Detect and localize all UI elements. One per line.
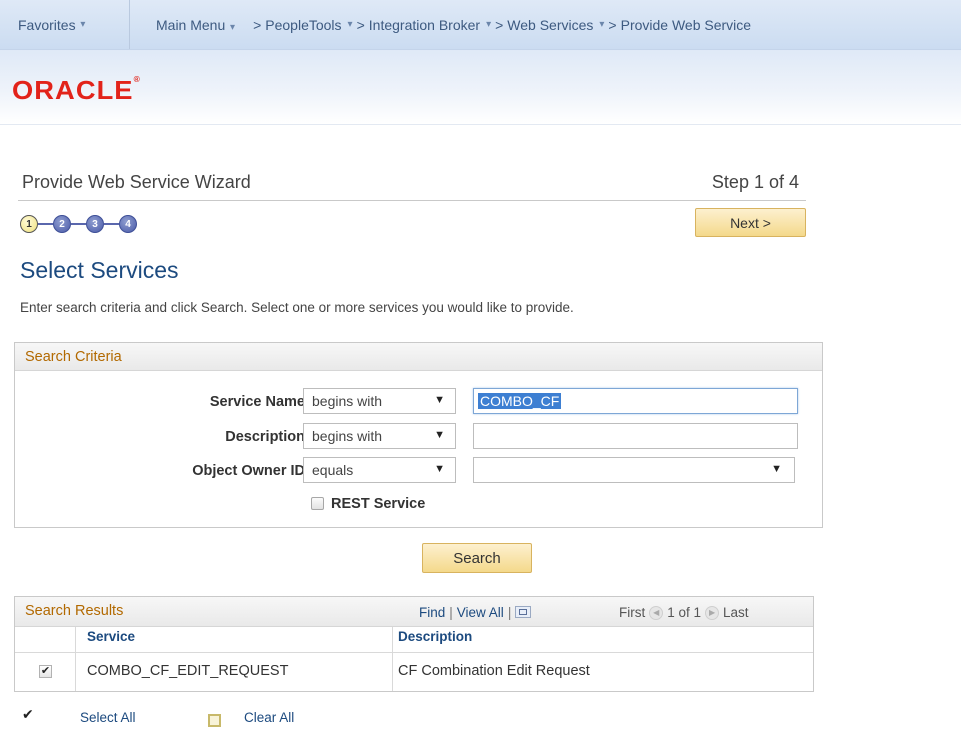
dropdown-arrow-icon: ▼: [434, 394, 445, 406]
breadcrumb: Main Menu ▾ > PeopleTools ▾ > Integration…: [130, 17, 751, 33]
service-name-value: COMBO_CF: [478, 393, 562, 409]
clear-all-icon: [208, 714, 221, 727]
next-arrow-icon[interactable]: ▶: [705, 605, 720, 620]
separator: |: [507, 605, 512, 620]
breadcrumb-separator: >: [253, 16, 262, 33]
chevron-down-icon: ▾: [77, 19, 86, 30]
select-all-link[interactable]: Select All: [80, 710, 136, 725]
service-name-operator-select[interactable]: begins with ▼: [303, 388, 456, 414]
search-results-grid: Search Results Find | View All | First ◀…: [14, 596, 814, 692]
rest-service-checkbox[interactable]: [311, 497, 324, 510]
favorites-menu[interactable]: Favorites ▾: [0, 0, 130, 49]
breadcrumb-integration-broker[interactable]: Integration Broker: [369, 17, 480, 33]
object-owner-operator-select[interactable]: equals ▼: [303, 457, 456, 483]
chevron-down-icon: ▾: [347, 19, 353, 30]
service-cell: COMBO_CF_EDIT_REQUEST: [87, 663, 289, 679]
page-title: Select Services: [20, 257, 179, 283]
grid-nav: Find | View All |: [419, 605, 532, 620]
description-operator-value: begins with: [312, 428, 383, 444]
description-input[interactable]: [473, 423, 798, 449]
brand-bar: ORACLE®: [0, 50, 961, 125]
last-label: Last: [723, 605, 749, 620]
description-label: Description: [225, 429, 305, 445]
row-select-checkbox[interactable]: ✔: [39, 665, 52, 678]
rest-service-label: REST Service: [331, 496, 426, 512]
breadcrumb-provide-web-service[interactable]: Provide Web Service: [621, 17, 751, 33]
top-nav-bar: Favorites ▾ Main Menu ▾ > PeopleTools ▾ >…: [0, 0, 961, 50]
pager: First ◀ 1 of 1 ▶ Last: [619, 605, 749, 620]
object-owner-id-label: Object Owner ID: [192, 463, 305, 479]
search-results-title: Search Results: [25, 603, 124, 619]
checkmark-icon: ✔: [22, 706, 34, 722]
step-connector: [38, 223, 53, 225]
description-cell: CF Combination Edit Request: [398, 663, 590, 679]
breadcrumb-separator: >: [356, 16, 365, 33]
favorites-label: Favorites: [18, 16, 76, 33]
chevron-down-icon: ▾: [486, 19, 492, 30]
zoom-grid-icon[interactable]: [515, 605, 532, 618]
step-1-icon: 1: [20, 215, 38, 233]
clear-all-link[interactable]: Clear All: [244, 710, 294, 725]
step-4-icon: 4: [119, 215, 137, 233]
dropdown-arrow-icon: ▼: [434, 463, 445, 475]
search-criteria-header: Search Criteria: [15, 343, 822, 371]
dropdown-arrow-icon: ▼: [434, 429, 445, 441]
column-header-service[interactable]: Service: [87, 629, 135, 644]
object-owner-id-select[interactable]: ▼: [473, 457, 795, 483]
breadcrumb-separator: >: [495, 16, 504, 33]
column-divider: [75, 627, 76, 691]
service-name-operator-value: begins with: [312, 393, 383, 409]
main-menu[interactable]: Main Menu ▾: [156, 17, 235, 33]
wizard-steps: 1 2 3 4: [20, 215, 137, 233]
service-name-input[interactable]: COMBO_CF: [473, 388, 798, 414]
service-name-label: Service Name: [209, 394, 305, 410]
breadcrumb-web-services[interactable]: Web Services: [507, 17, 593, 33]
previous-arrow-icon[interactable]: ◀: [649, 605, 664, 620]
oracle-logo: ORACLE®: [12, 75, 141, 105]
search-button[interactable]: Search: [422, 543, 532, 573]
wizard-title: Provide Web Service Wizard: [22, 172, 251, 192]
description-operator-select[interactable]: begins with ▼: [303, 423, 456, 449]
object-owner-operator-value: equals: [312, 462, 354, 478]
breadcrumb-peopletools[interactable]: PeopleTools: [265, 17, 341, 33]
separator: |: [449, 605, 453, 620]
step-3-icon: 3: [86, 215, 104, 233]
step-connector: [104, 223, 119, 225]
page-info: 1 of 1: [667, 605, 702, 620]
dropdown-arrow-icon: ▼: [771, 463, 782, 475]
chevron-down-icon: ▾: [599, 19, 605, 30]
breadcrumb-separator: >: [608, 16, 617, 33]
logo-text: ORACLE: [12, 75, 134, 105]
step-connector: [71, 223, 86, 225]
search-criteria-panel: Search Criteria Service Name begins with…: [14, 342, 823, 528]
view-all-link[interactable]: View All: [457, 605, 504, 620]
next-button[interactable]: Next >: [695, 208, 806, 237]
step-2-icon: 2: [53, 215, 71, 233]
main-menu-label: Main Menu: [156, 16, 226, 33]
instructions-text: Enter search criteria and click Search. …: [20, 300, 574, 315]
first-label: First: [619, 605, 646, 620]
step-indicator: Step 1 of 4: [711, 172, 799, 192]
divider: [18, 200, 806, 201]
chevron-down-icon: ▾: [227, 21, 236, 33]
column-divider: [392, 627, 393, 691]
row-divider: [15, 652, 813, 653]
find-link[interactable]: Find: [419, 605, 445, 620]
column-header-description[interactable]: Description: [398, 629, 472, 644]
